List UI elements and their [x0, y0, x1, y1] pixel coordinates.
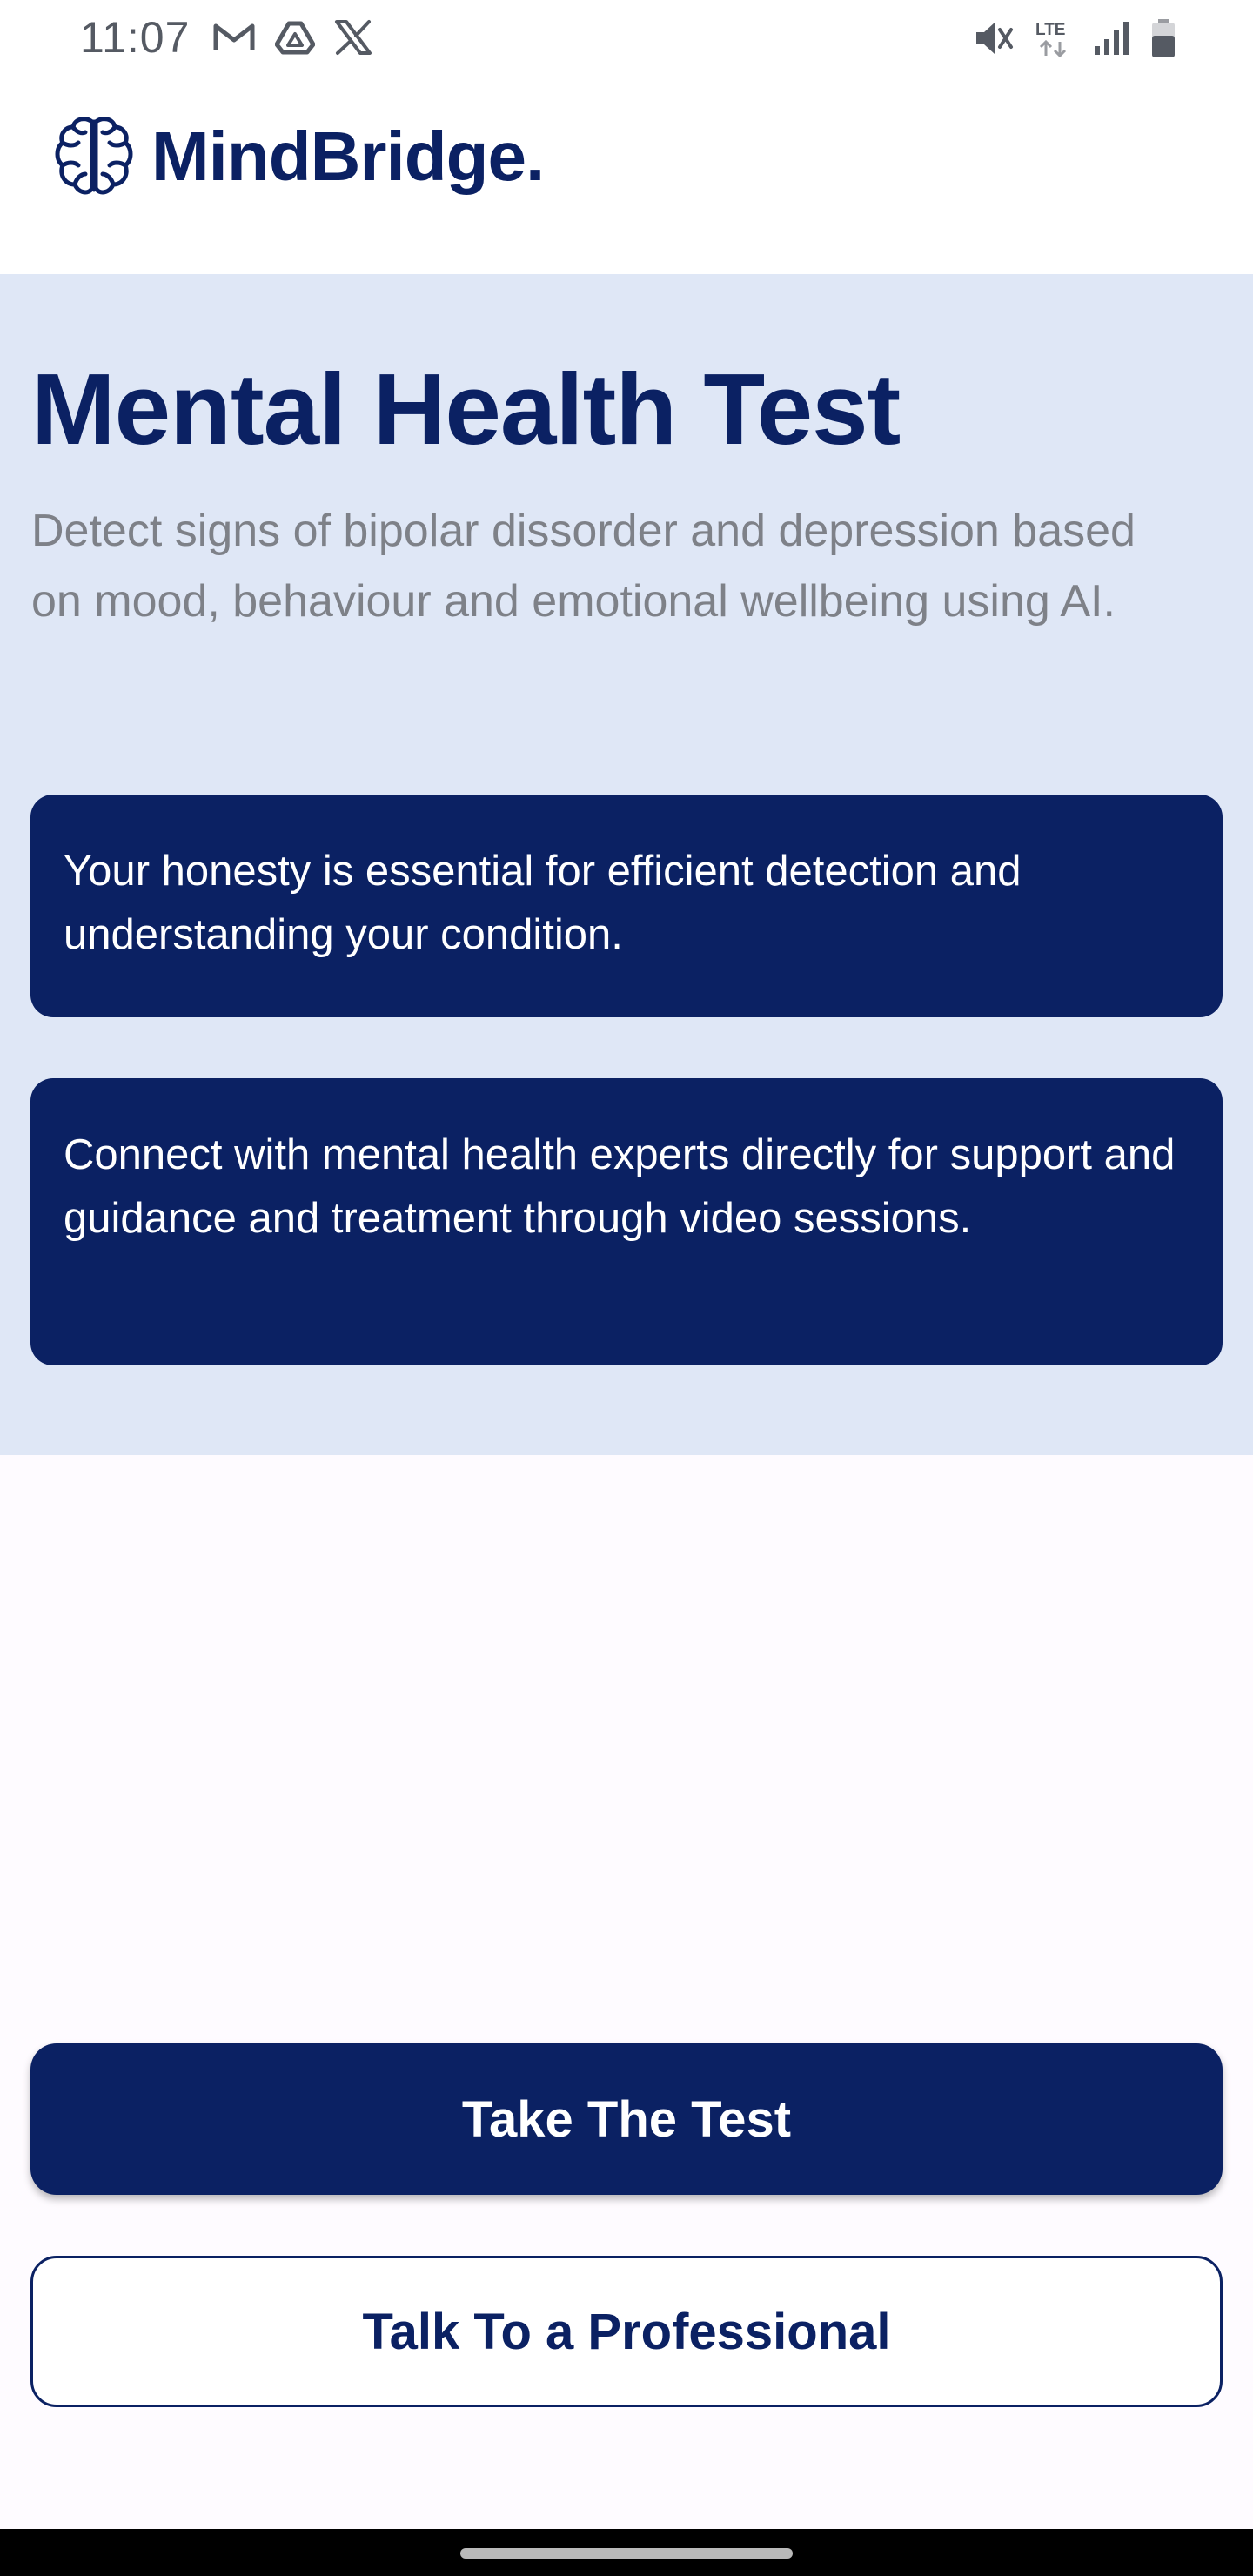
notification-icons [212, 19, 372, 56]
info-card-honesty: Your honesty is essential for efficient … [30, 795, 1223, 1017]
battery-icon [1152, 19, 1175, 57]
mute-icon [976, 23, 1013, 54]
app-header: MindBridge. [0, 78, 1253, 274]
brain-logo-icon [55, 117, 133, 195]
app-name: MindBridge. [151, 117, 545, 195]
page-subtitle: Detect signs of bipolar dissorder and de… [31, 506, 1136, 627]
status-bar: 11:07 LTE [0, 0, 1253, 78]
take-test-button[interactable]: Take The Test [30, 2043, 1223, 2195]
page-title: Mental Health Test [31, 352, 901, 466]
take-test-label: Take The Test [461, 2090, 792, 2148]
status-time: 11:07 [80, 13, 191, 62]
talk-to-professional-button[interactable]: Talk To a Professional [30, 2256, 1223, 2407]
gmail-icon [213, 23, 255, 50]
lte-label: LTE [1035, 21, 1065, 39]
info-card-text: Connect with mental health experts direc… [64, 1131, 1176, 1242]
system-nav-bar [0, 2529, 1253, 2576]
system-icons: LTE [973, 17, 1176, 59]
talk-to-professional-label: Talk To a Professional [362, 2303, 891, 2360]
home-gesture-handle[interactable] [460, 2548, 793, 2559]
lte-icon: LTE [1035, 21, 1067, 58]
x-icon [335, 20, 372, 55]
drive-icon [275, 21, 315, 55]
hero-section: Mental Health Test Detect signs of bipol… [0, 274, 1253, 1455]
info-card-experts: Connect with mental health experts direc… [30, 1078, 1223, 1365]
info-card-text: Your honesty is essential for efficient … [64, 848, 1022, 958]
signal-icon [1095, 22, 1129, 55]
